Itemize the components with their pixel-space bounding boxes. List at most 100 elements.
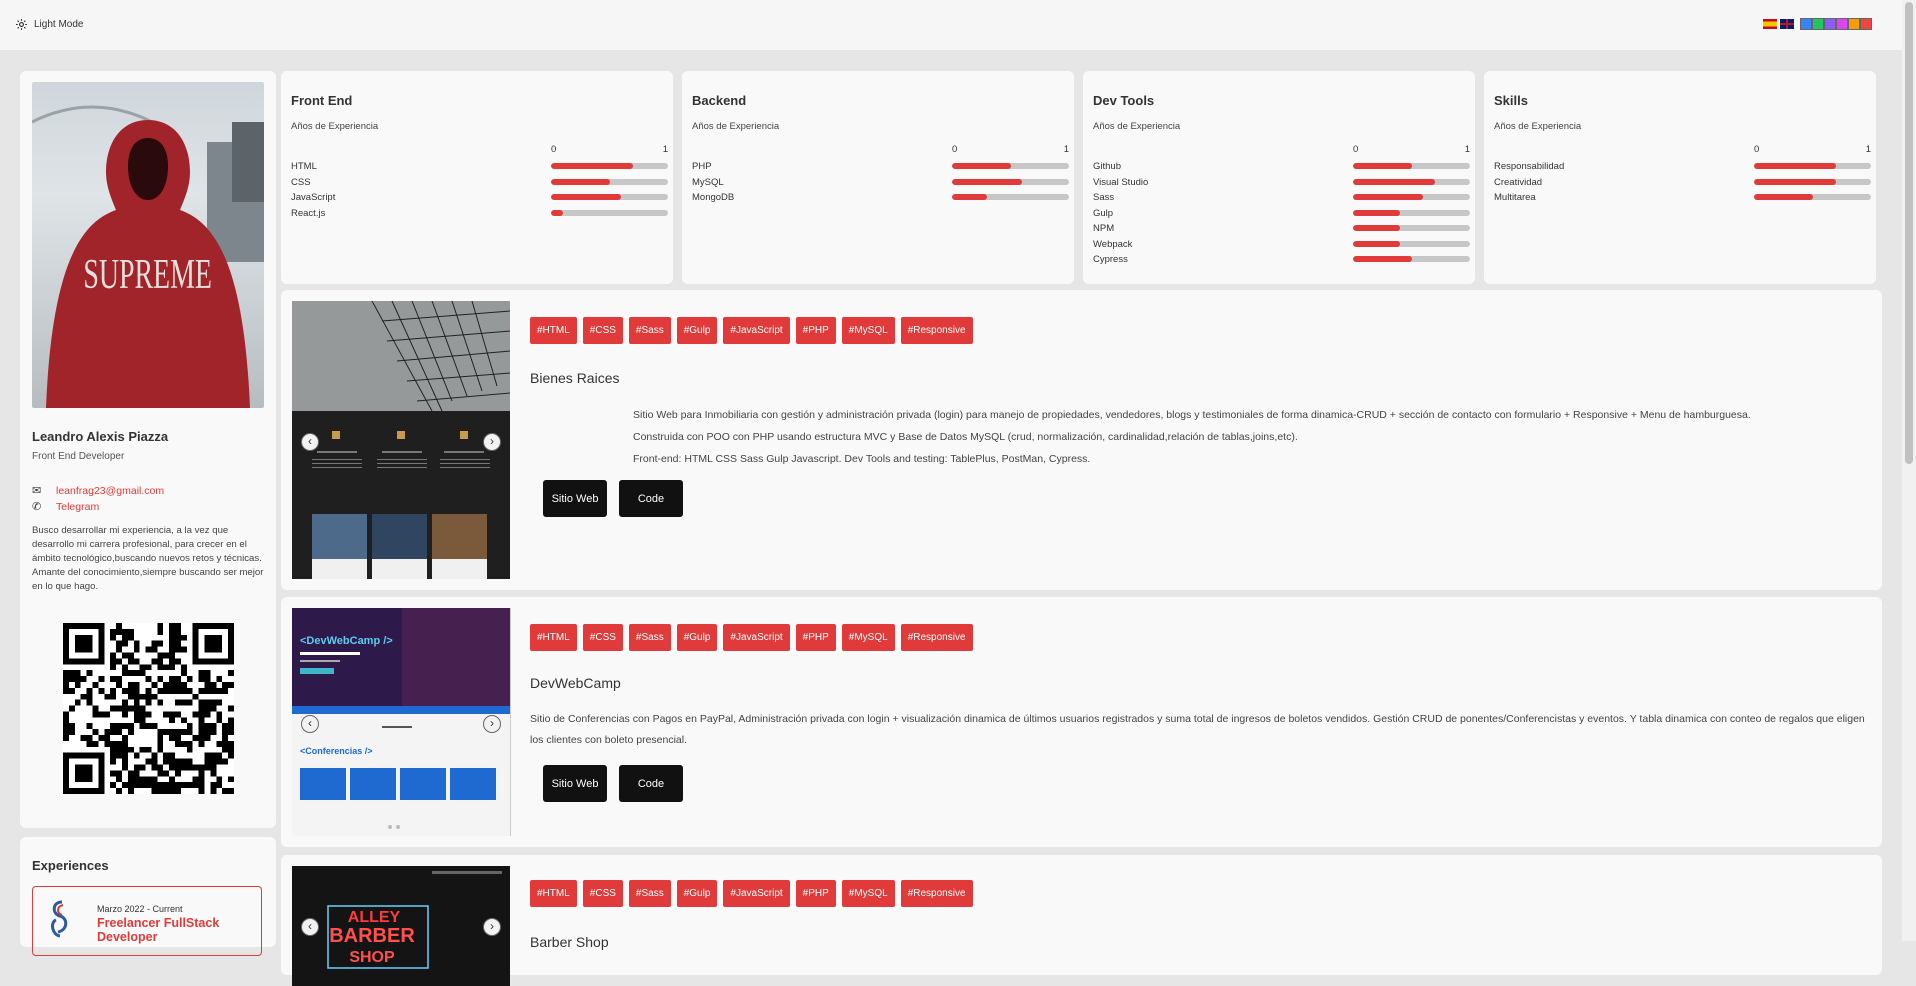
project-title: Bienes Raices	[530, 370, 620, 386]
tech-tag[interactable]: #HTML	[530, 317, 577, 344]
carousel-next-button[interactable]: ›	[483, 715, 501, 733]
experiences-title: Experiences	[32, 858, 109, 873]
site-button[interactable]: Sitio Web	[543, 480, 607, 517]
tech-tag[interactable]: #JavaScript	[723, 880, 790, 907]
tech-tag[interactable]: #CSS	[582, 880, 623, 907]
english-flag-icon[interactable]	[1780, 19, 1794, 29]
theme-color-swatch[interactable]	[1860, 18, 1872, 30]
tech-tag[interactable]: #CSS	[582, 317, 623, 344]
light-mode-toggle[interactable]: Light Mode	[15, 18, 83, 31]
scale-min: 0	[1754, 144, 1760, 155]
project-screenshot: <DevWebCamp /> <Conferencias /> ‹ ›	[292, 608, 511, 836]
skill-bar	[551, 194, 668, 200]
tech-tag[interactable]: #Responsive	[900, 880, 973, 907]
scale-min: 0	[1353, 144, 1359, 155]
tech-tag[interactable]: #Sass	[628, 880, 671, 907]
carousel-prev-button[interactable]: ‹	[301, 918, 319, 936]
theme-color-swatch[interactable]	[1824, 18, 1836, 30]
project-tags: #HTML #CSS #Sass #Gulp #JavaScript #PHP #MySQL…	[530, 880, 973, 907]
tech-tag[interactable]: #Responsive	[900, 624, 973, 651]
tech-tag[interactable]: #Sass	[628, 624, 671, 651]
skill-bar-fill	[1353, 163, 1412, 169]
scrollbar-thumb[interactable]	[1905, 2, 1913, 464]
skill-bar	[1353, 256, 1470, 262]
tech-tag[interactable]: #Sass	[628, 317, 671, 344]
barber-sign-top: ALLEY	[348, 909, 401, 926]
skill-bar-fill	[1754, 163, 1836, 169]
tech-tag[interactable]: #JavaScript	[723, 317, 790, 344]
skill-bar	[551, 209, 668, 216]
project-tags: #HTML #CSS #Sass #Gulp #JavaScript #PHP #MySQL…	[530, 624, 973, 651]
barber-sign-bottom: SHOP	[349, 949, 395, 966]
email-link[interactable]: leanfrag23@gmail.com	[56, 485, 164, 497]
site-button[interactable]: Sitio Web	[543, 765, 607, 802]
skill-bar	[952, 163, 1069, 169]
tech-tag[interactable]: #Gulp	[676, 880, 718, 907]
skill-label: Gulp	[1093, 207, 1114, 219]
profile-about: Busco desarrollar mi experiencia, a la v…	[32, 525, 264, 592]
company-logo-icon	[51, 900, 68, 938]
skill-row: Github	[1093, 159, 1470, 173]
code-button[interactable]: Code	[619, 480, 683, 517]
experience-item[interactable]: Marzo 2022 - Current Freelancer FullStac…	[32, 886, 262, 956]
skill-bar-fill	[1754, 178, 1836, 185]
skill-bar	[1754, 163, 1871, 169]
tech-tag[interactable]: #CSS	[582, 624, 623, 651]
language-and-theme-picker	[1763, 18, 1872, 30]
project-tags: #HTML #CSS #Sass #Gulp #JavaScript #PHP #MySQL…	[530, 317, 973, 344]
theme-color-swatch[interactable]	[1848, 18, 1860, 30]
tech-tag[interactable]: #PHP	[795, 880, 836, 907]
skill-row: Responsabilidad	[1494, 159, 1871, 173]
conferencias-heading: <Conferencias />	[300, 746, 373, 756]
scale-min: 0	[952, 144, 958, 155]
tech-tag[interactable]: #JavaScript	[723, 624, 790, 651]
skill-bar-fill	[1353, 240, 1400, 247]
project-screenshot: ALLEY BARBER SHOP ‹ ›	[292, 866, 510, 986]
skill-row: NPM	[1093, 221, 1470, 235]
spanish-flag-icon[interactable]	[1763, 19, 1777, 29]
envelope-icon: ✉	[32, 485, 42, 497]
skill-bar-fill	[1353, 225, 1400, 231]
skill-bar-fill	[551, 163, 633, 169]
carousel-next-button[interactable]: ›	[483, 918, 501, 936]
telegram-contact: ✆ Telegram	[32, 501, 99, 513]
tech-tag[interactable]: #MySQL	[841, 880, 895, 907]
scale-max: 1	[1063, 144, 1069, 155]
tech-tag[interactable]: #Gulp	[676, 624, 718, 651]
tech-tag[interactable]: #HTML	[530, 880, 577, 907]
skill-card-title: Front End	[291, 93, 353, 108]
carousel-prev-button[interactable]: ‹	[301, 433, 319, 451]
tech-tag[interactable]: #MySQL	[841, 624, 895, 651]
skill-card-title: Skills	[1494, 93, 1528, 108]
tech-tag[interactable]: #HTML	[530, 624, 577, 651]
skill-row: PHP	[692, 159, 1069, 173]
project-description: Sitio de Conferencias con Pagos en PayPa…	[530, 713, 1865, 746]
tech-tag[interactable]: #PHP	[795, 317, 836, 344]
carousel-next-button[interactable]: ›	[483, 433, 501, 451]
skill-bar-fill	[551, 209, 563, 216]
project-title: DevWebCamp	[530, 675, 621, 691]
project-description-line: Sitio Web para Inmobiliaria con gestión …	[633, 409, 1751, 421]
code-button[interactable]: Code	[619, 765, 683, 802]
project-card-barber-shop: ALLEY BARBER SHOP ‹ › #HTML #CSS #Sass #Gul…	[281, 855, 1882, 986]
theme-color-swatch[interactable]	[1812, 18, 1824, 30]
skill-row: MySQL	[692, 175, 1069, 189]
theme-color-swatches	[1800, 18, 1872, 30]
skill-card-backend: Backend Años de Experiencia 0 1 PHP MySQL Mong…	[682, 71, 1074, 284]
skill-bar	[1754, 194, 1871, 200]
tech-tag[interactable]: #PHP	[795, 624, 836, 651]
page-scrollbar[interactable]	[1902, 0, 1916, 941]
skill-bar-fill	[551, 194, 622, 200]
project-screenshot: ‹ ›	[292, 301, 510, 579]
tech-tag[interactable]: #MySQL	[841, 317, 895, 344]
skill-bar-fill	[551, 178, 610, 185]
profile-name: Leandro Alexis Piazza	[32, 429, 169, 444]
theme-color-swatch[interactable]	[1836, 18, 1848, 30]
scale-max: 1	[662, 144, 668, 155]
carousel-prev-button[interactable]: ‹	[301, 715, 319, 733]
tech-tag[interactable]: #Gulp	[676, 317, 718, 344]
telegram-link[interactable]: Telegram	[56, 501, 99, 513]
skill-bar-fill	[1353, 178, 1435, 185]
theme-color-swatch[interactable]	[1800, 18, 1812, 30]
tech-tag[interactable]: #Responsive	[900, 317, 973, 344]
